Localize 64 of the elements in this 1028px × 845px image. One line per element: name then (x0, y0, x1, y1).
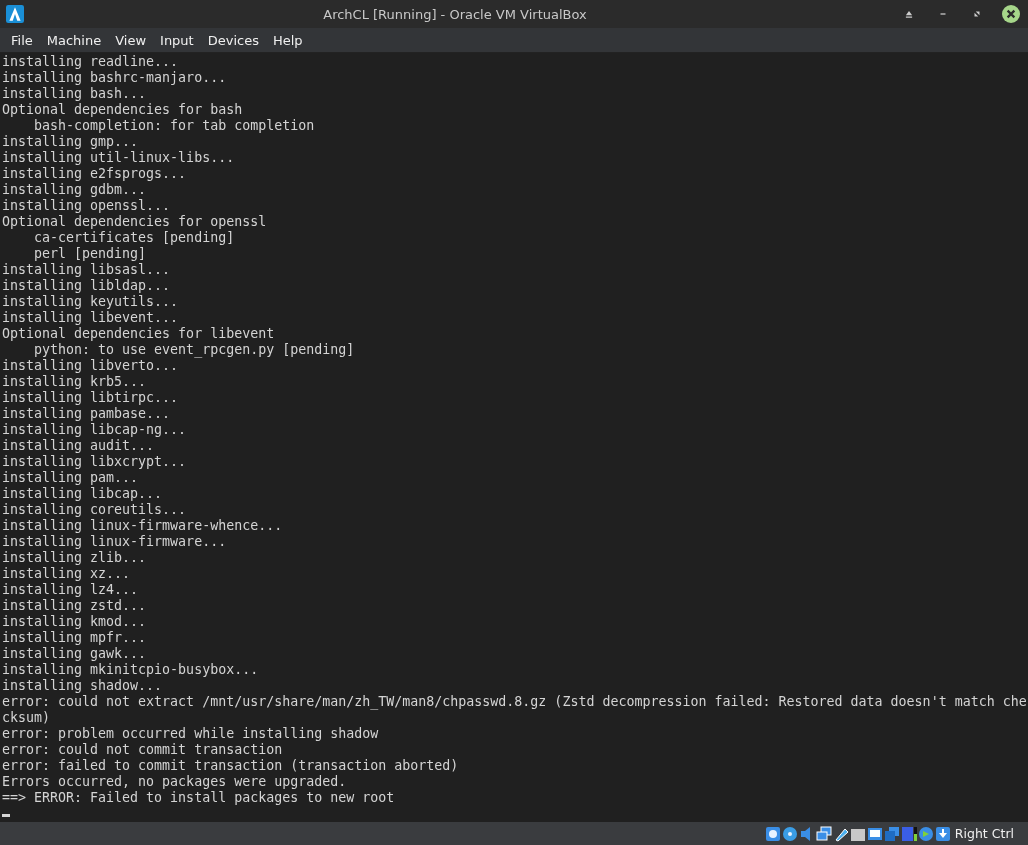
menu-item[interactable]: View (108, 32, 154, 48)
terminal-line: installing libxcrypt... (2, 454, 188, 470)
terminal-line: Errors occurred, no packages were upgraded. (2, 774, 348, 790)
terminal-line: installing gdbm... (2, 182, 148, 198)
terminal-line: error: could not extract /mnt/usr/share/man/zh_TW/man8/chpasswd.8.gz (Zstd decompression failed: Restored data doesn't match che (2, 694, 1026, 710)
terminal-line: installing libcap-ng... (2, 422, 188, 438)
terminal-line: installing bash... (2, 86, 148, 102)
terminal-line: installing coreutils... (2, 502, 188, 518)
terminal-line: installing audit... (2, 438, 156, 454)
terminal-line: installing openssl... (2, 198, 172, 214)
terminal-line: installing libtirpc... (2, 390, 180, 406)
terminal-line: installing shadow... (2, 678, 164, 694)
terminal-line: installing pam... (2, 470, 140, 486)
network-icon[interactable] (815, 825, 832, 842)
terminal-line: python: to use event_rpcgen.py [pending] (33, 342, 356, 358)
app-logo-icon (6, 5, 24, 23)
menu-item[interactable]: Machine (39, 32, 109, 48)
terminal-line: installing mpfr... (2, 630, 148, 646)
terminal-line: installing gmp... (2, 134, 140, 150)
terminal-line: error: failed to commit transaction (transaction aborted) (2, 758, 460, 774)
terminal-line: installing libevent... (2, 310, 180, 326)
terminal-line: installing readline... (2, 54, 180, 70)
terminal-line: installing zstd... (2, 598, 148, 614)
eject-icon[interactable] (904, 9, 914, 19)
host-key-label: Right Ctrl (954, 826, 1014, 841)
terminal-line: error: could not commit transaction (2, 742, 284, 758)
close-icon[interactable] (1002, 5, 1020, 23)
terminal-line: installing bashrc-manjaro... (2, 70, 228, 86)
terminal-line: installing mkinitcpio-busybox... (2, 662, 260, 678)
terminal-line: installing gawk... (2, 646, 148, 662)
terminal-line: Optional dependencies for openssl (2, 214, 268, 230)
terminal-line: installing libsasl... (2, 262, 172, 278)
optical-disc-icon[interactable] (781, 825, 798, 842)
terminal-line: installing zlib... (2, 550, 148, 566)
window-title: ArchCL [Running] - Oracle VM VirtualBox (322, 6, 588, 22)
terminal-line: installing lz4... (2, 582, 140, 598)
display-icon[interactable] (866, 825, 883, 842)
terminal-line: installing krb5... (2, 374, 148, 390)
terminal-line: error: problem occurred while installing shadow (2, 726, 380, 742)
terminal-line: installing kmod... (2, 614, 148, 630)
terminal-line: installing linux-firmware-whence... (2, 518, 284, 534)
menu-item[interactable]: Input (153, 32, 201, 48)
menu-item[interactable]: Devices (200, 32, 266, 48)
terminal-line: ==> ERROR: Failed to install packages to new root (2, 790, 396, 806)
terminal-line: installing libcap... (2, 486, 164, 502)
arrow-down-icon[interactable] (934, 825, 951, 842)
terminal-line: installing pambase... (2, 406, 172, 422)
terminal-line: installing util-linux-libs... (2, 150, 236, 166)
terminal-line: installing keyutils... (2, 294, 180, 310)
terminal-line: Optional dependencies for libevent (2, 326, 276, 342)
terminal-line: installing libverto... (2, 358, 180, 374)
terminal-line: installing libldap... (2, 278, 172, 294)
terminal-line: Optional dependencies for bash (2, 102, 244, 118)
terminal-line: installing xz... (2, 566, 132, 582)
terminal-line: ca-certificates [pending] (33, 230, 236, 246)
terminal-line: bash-completion: for tab completion (33, 118, 316, 134)
menu-item[interactable]: Help (265, 32, 310, 48)
terminal-line: cksum) (2, 710, 52, 726)
terminal-line: perl [pending] (33, 246, 148, 262)
text-cursor (2, 814, 10, 817)
menu-item[interactable]: File (4, 32, 40, 48)
terminal-line: installing linux-firmware... (2, 534, 228, 550)
terminal-line: installing e2fsprogs... (2, 166, 188, 182)
restore-icon[interactable] (972, 9, 982, 19)
